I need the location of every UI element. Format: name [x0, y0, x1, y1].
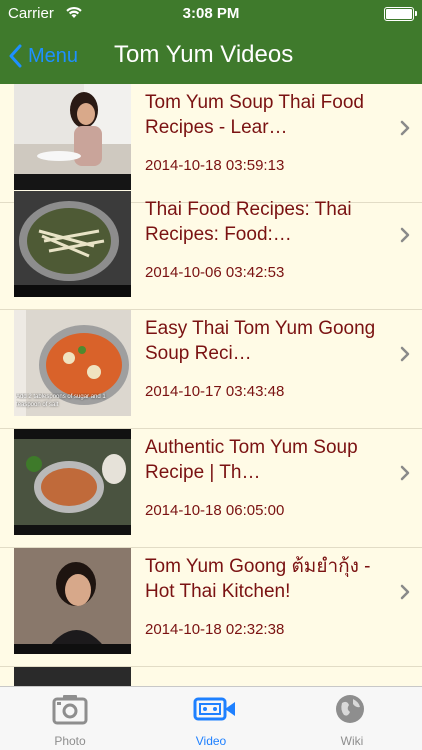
status-time: 3:08 PM [182, 5, 240, 22]
video-title: Thai Food Recipes: Thai Recipes: Food:… [145, 199, 352, 245]
video-row[interactable]: Tom Yum Soup Thai Food Recipes - Lear… 2… [0, 84, 422, 203]
video-title: Easy Thai Tom Yum Goong Soup Reci… [145, 318, 376, 364]
video-row[interactable]: Authentic Tom Yum Soup Recipe | Th… 2014… [0, 429, 422, 548]
battery-icon [384, 7, 417, 21]
status-bar: Carrier 3:08 PM [0, 0, 422, 28]
video-date: 2014-10-18 03:59:13 [145, 157, 285, 174]
video-date: 2014-10-18 02:32:38 [145, 621, 285, 638]
menu-back-label: Menu [28, 44, 79, 67]
video-row[interactable]: Add 2 tablespoons of sugar and 1 teaspoo… [0, 310, 422, 429]
video-thumbnail [14, 667, 131, 686]
video-camera-icon [193, 697, 235, 721]
tab-photo-label: Photo [54, 734, 86, 748]
chevron-left-icon [9, 44, 22, 68]
video-list[interactable]: Tom Yum Soup Thai Food Recipes - Lear… 2… [0, 84, 422, 686]
globe-icon [336, 695, 364, 723]
menu-back-button[interactable]: Menu [8, 38, 78, 74]
tab-photo[interactable]: Photo [0, 687, 140, 750]
camera-icon [52, 695, 88, 725]
video-thumbnail [14, 429, 131, 535]
video-thumbnail [14, 191, 131, 297]
video-date: 2014-10-17 03:43:48 [145, 383, 285, 400]
video-thumbnail [14, 548, 131, 654]
video-title: Authentic Tom Yum Soup Recipe | Th… [145, 437, 358, 483]
video-title: Tom Yum Goong ต้มยำกุ้ง - Hot Thai Kitch… [145, 556, 371, 602]
chevron-right-icon [400, 120, 410, 136]
navigation-bar: Menu Tom Yum Videos [0, 28, 422, 84]
tab-video-label: Video [195, 734, 227, 748]
video-thumbnail: Add 2 tablespoons of sugar and 1 teaspoo… [14, 310, 131, 416]
tab-video[interactable]: Video [141, 687, 281, 750]
tab-bar: Photo Video Wiki [0, 686, 422, 750]
chevron-right-icon [400, 465, 410, 481]
tab-wiki-label: Wiki [340, 734, 364, 748]
chevron-right-icon [400, 227, 410, 243]
video-title: Tom Yum Soup Thai Food Recipes - Lear… [145, 92, 364, 138]
video-row[interactable]: Thai Food Recipes: Thai Recipes: Food:… … [0, 191, 422, 310]
page-title: Tom Yum Videos [114, 41, 294, 68]
video-date: 2014-10-18 06:05:00 [145, 502, 285, 519]
video-row[interactable]: Tom Yum Goong ต้มยำกุ้ง - Hot Thai Kitch… [0, 548, 422, 667]
video-row[interactable] [0, 667, 422, 686]
thumbnail-caption: Add 2 tablespoons of sugar and 1 teaspoo… [16, 394, 106, 408]
video-thumbnail [14, 84, 131, 190]
video-date: 2014-10-06 03:42:53 [145, 264, 285, 281]
chevron-right-icon [400, 584, 410, 600]
chevron-right-icon [400, 346, 410, 362]
tab-wiki[interactable]: Wiki [282, 687, 422, 750]
